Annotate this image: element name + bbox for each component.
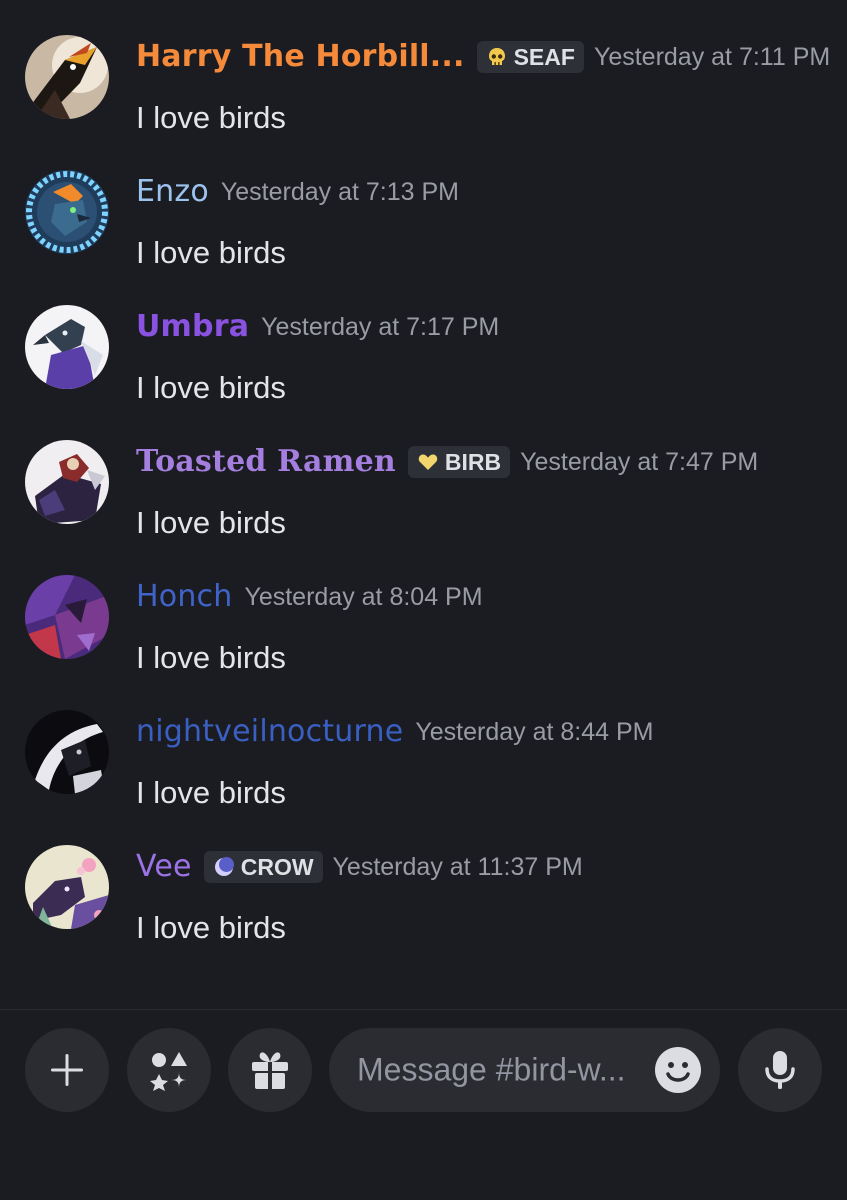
- message-item: nightveilnocturne Yesterday at 8:44 PM I…: [0, 705, 847, 815]
- role-badge[interactable]: CROW: [203, 851, 323, 883]
- message-header: Toasted Ramen BIRB Yesterday at 7:47 PM: [136, 440, 758, 484]
- message-item: Vee CROW Yesterday at 11:37 PM I love bi…: [0, 840, 847, 950]
- username[interactable]: Toasted Ramen: [136, 447, 396, 477]
- apps-button[interactable]: [127, 1028, 211, 1112]
- message-content: I love birds: [136, 640, 286, 675]
- username[interactable]: Harry The Horbill...: [136, 42, 465, 72]
- add-attachment-button[interactable]: [25, 1028, 109, 1112]
- message-input[interactable]: Message #bird-w...: [329, 1028, 720, 1112]
- message-header: Umbra Yesterday at 7:17 PM: [136, 305, 499, 349]
- gift-icon: [248, 1048, 292, 1092]
- message-header: nightveilnocturne Yesterday at 8:44 PM: [136, 710, 654, 754]
- message-header: Vee CROW Yesterday at 11:37 PM: [136, 845, 583, 889]
- message-content: I love birds: [136, 910, 286, 945]
- voice-message-button[interactable]: [738, 1028, 822, 1112]
- heart-icon: [417, 451, 439, 473]
- username[interactable]: nightveilnocturne: [136, 717, 403, 747]
- skull-icon: [486, 46, 508, 68]
- timestamp: Yesterday at 7:11 PM: [593, 42, 831, 71]
- timestamp: Yesterday at 11:37 PM: [332, 852, 583, 881]
- gift-button[interactable]: [228, 1028, 312, 1112]
- avatar[interactable]: [25, 305, 109, 389]
- avatar[interactable]: [25, 170, 109, 254]
- avatar[interactable]: [25, 710, 109, 794]
- message-item: Honch Yesterday at 8:04 PM I love birds: [0, 570, 847, 680]
- message-item: Harry The Horbill... SEAF Yesterday at 7…: [0, 30, 847, 140]
- badge-label: CROW: [240, 853, 314, 880]
- timestamp: Yesterday at 7:13 PM: [220, 177, 459, 206]
- avatar[interactable]: [25, 575, 109, 659]
- timestamp: Yesterday at 8:44 PM: [415, 717, 654, 746]
- message-header: Harry The Horbill... SEAF Yesterday at 7…: [136, 35, 830, 79]
- message-content: I love birds: [136, 775, 286, 810]
- username[interactable]: Vee: [136, 852, 192, 882]
- plus-icon: [47, 1050, 87, 1090]
- message-header: Enzo Yesterday at 7:13 PM: [136, 170, 459, 214]
- message-content: I love birds: [136, 235, 286, 270]
- timestamp: Yesterday at 7:17 PM: [261, 312, 500, 341]
- role-badge[interactable]: BIRB: [407, 446, 511, 478]
- apps-icon: [147, 1048, 191, 1092]
- message-content: I love birds: [136, 370, 286, 405]
- avatar[interactable]: [25, 440, 109, 524]
- timestamp: Yesterday at 8:04 PM: [244, 582, 483, 611]
- role-badge[interactable]: SEAF: [476, 41, 584, 73]
- message-list: Harry The Horbill... SEAF Yesterday at 7…: [0, 0, 847, 1008]
- username[interactable]: Enzo: [136, 177, 209, 207]
- message-header: Honch Yesterday at 8:04 PM: [136, 575, 483, 619]
- message-item: Toasted Ramen BIRB Yesterday at 7:47 PM …: [0, 435, 847, 545]
- badge-label: SEAF: [513, 43, 575, 70]
- microphone-icon: [758, 1048, 802, 1092]
- avatar[interactable]: [25, 35, 109, 119]
- emoji-icon: [654, 1047, 702, 1098]
- avatar[interactable]: [25, 845, 109, 929]
- message-content: I love birds: [136, 100, 286, 135]
- message-composer: Message #bird-w...: [0, 1010, 847, 1200]
- message-placeholder: Message #bird-w...: [357, 1051, 626, 1088]
- chat-app: Harry The Horbill... SEAF Yesterday at 7…: [0, 0, 847, 1200]
- emoji-button[interactable]: [654, 1046, 702, 1094]
- crescent-moon-icon: [213, 856, 235, 878]
- username[interactable]: Honch: [136, 582, 232, 612]
- badge-label: BIRB: [444, 448, 502, 475]
- message-content: I love birds: [136, 505, 286, 540]
- message-item: Enzo Yesterday at 7:13 PM I love birds: [0, 165, 847, 275]
- username[interactable]: Umbra: [136, 312, 249, 342]
- timestamp: Yesterday at 7:47 PM: [520, 447, 759, 476]
- message-item: Umbra Yesterday at 7:17 PM I love birds: [0, 300, 847, 410]
